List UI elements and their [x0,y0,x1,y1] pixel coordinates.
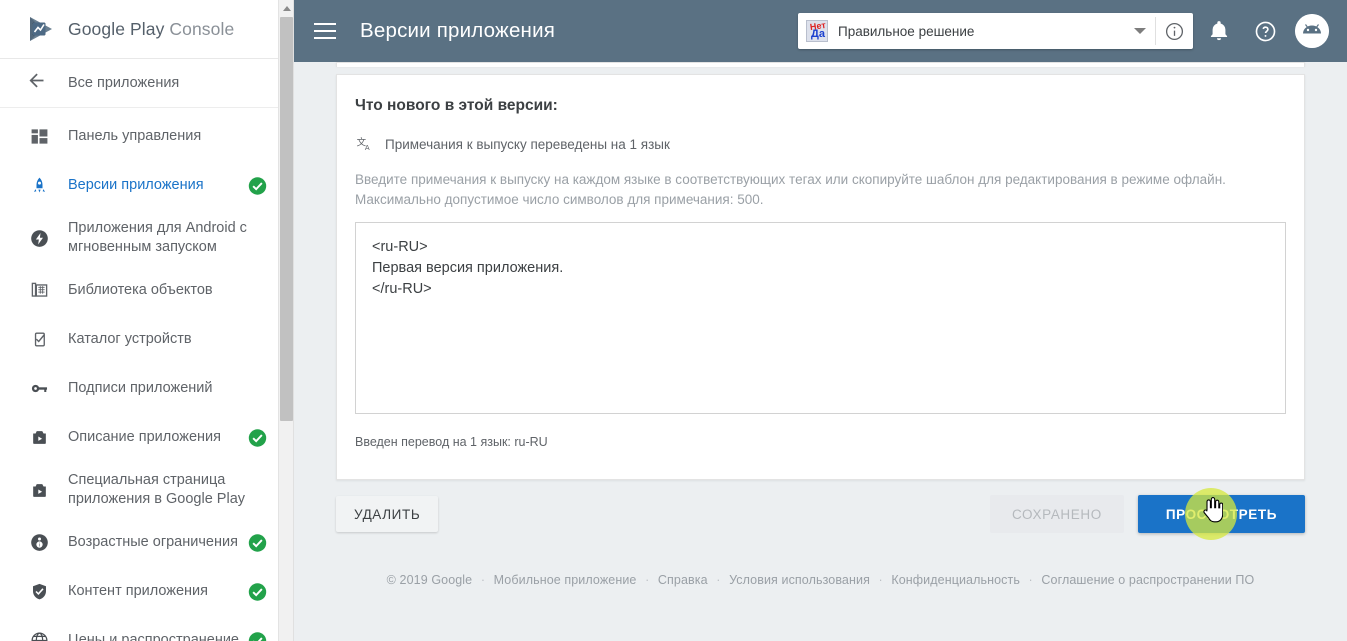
sidebar-item-label: Подписи приложений [68,380,213,396]
sidebar-item-app-content[interactable]: Контент приложения [0,567,293,616]
sidebar-nav: Панель управления Версии приложения Прил… [0,108,293,641]
sidebar-item-label: Панель управления [68,128,202,144]
dashboard-icon [26,127,52,146]
footer-link-mobile-app[interactable]: Мобильное приложение [494,573,637,587]
hint-line-1: Введите примечания к выпуску на каждом я… [355,172,1226,187]
footer-separator: · [716,573,721,587]
selector-divider [1155,17,1156,45]
sidebar-item-label: Цены и распространение [68,632,239,641]
arrow-left-icon [26,70,52,96]
top-app-bar: Версии приложения Нет Да Правильное реше… [294,0,1347,62]
svg-text:A: A [365,144,370,152]
sidebar-item-app-signing[interactable]: Подписи приложений [0,364,293,413]
status-check-icon [248,631,267,641]
sidebar: Google Play Console Все приложения Панел… [0,0,294,641]
info-icon[interactable] [1159,16,1189,46]
sidebar-item-label: Возрастные ограничения [68,534,238,550]
rocket-icon [26,176,52,195]
footer-separator: · [645,573,650,587]
sidebar-item-asset-library[interactable]: Библиотека объектов [0,266,293,315]
store-listing-icon [26,481,52,500]
footer-separator: · [480,573,486,587]
sidebar-item-pricing-distribution[interactable]: Цены и распространение [0,616,293,641]
sidebar-item-label: Каталог устройств [68,331,192,347]
scrollbar-up-arrow[interactable] [279,0,293,16]
page-title: Версии приложения [360,19,556,42]
back-to-all-apps-label: Все приложения [68,75,180,91]
bell-icon[interactable] [1199,11,1239,51]
saved-button: СОХРАНЕНО [989,495,1124,533]
sidebar-item-label: Описание приложения [68,429,222,445]
sidebar-item-instant-apps[interactable]: Приложения для Android с мгновенным запу… [0,210,293,266]
status-check-icon [248,428,267,447]
sidebar-item-app-releases[interactable]: Версии приложения [0,161,293,210]
sidebar-item-custom-store-listing[interactable]: Специальная страница приложения в Google… [0,462,293,518]
brand-title-part1: Google Play [68,18,165,39]
back-to-all-apps[interactable]: Все приложения [0,59,293,108]
footer-link-distribution-agreement[interactable]: Соглашение о распространении ПО [1041,573,1254,587]
sidebar-item-label: Версии приложения [68,177,204,193]
hamburger-icon[interactable] [314,18,340,44]
status-check-icon [248,533,267,552]
footer-separator: · [878,573,883,587]
status-check-icon [248,176,267,195]
delete-button[interactable]: УДАЛИТЬ [336,496,439,532]
bolt-icon [26,229,52,248]
library-icon [26,281,52,300]
action-bar: УДАЛИТЬ СОХРАНЕНО ПРОСМОТРЕТЬ [336,488,1305,540]
app-icon-text-bottom: Да [811,28,825,40]
globe-icon [26,631,52,641]
translation-status-row: 文 A Примечания к выпуску переведены на 1… [355,135,1286,154]
footer: © 2019 Google · Мобильное приложение · С… [336,573,1305,587]
translation-summary: Введен перевод на 1 язык: ru-RU [355,435,548,449]
footer-link-terms[interactable]: Условия использования [729,573,870,587]
content-area: Что нового в этой версии: 文 A Примечания… [294,62,1347,641]
footer-separator: · [1028,573,1033,587]
sidebar-item-dashboard[interactable]: Панель управления [0,112,293,161]
store-listing-icon [26,428,52,447]
help-icon[interactable] [1245,11,1285,51]
footer-copyright: © 2019 Google [386,573,473,587]
sidebar-item-label: Специальная страница приложения в Google… [68,472,246,507]
app-selector-value: Правильное решение [838,23,975,39]
status-check-icon [248,582,267,601]
key-icon [26,379,52,398]
svg-text:i: i [38,542,39,548]
sidebar-item-device-catalog[interactable]: Каталог устройств [0,315,293,364]
brand-header[interactable]: Google Play Console [0,0,293,59]
sidebar-item-label: Библиотека объектов [68,282,213,298]
hint-line-2: Максимально допустимое число символов дл… [355,192,764,207]
app-icon: Нет Да [806,20,828,42]
sidebar-scrollbar[interactable] [278,0,293,641]
scrollbar-thumb[interactable] [280,17,293,421]
sidebar-item-content-rating[interactable]: i Возрастные ограничения [0,518,293,567]
footer-link-help[interactable]: Справка [658,573,708,587]
sidebar-item-label: Приложения для Android с мгновенным запу… [68,220,247,255]
sidebar-item-label: Контент приложения [68,583,209,599]
release-notes-card: Что нового в этой версии: 文 A Примечания… [336,74,1305,480]
previous-card-edge [336,62,1305,67]
device-catalog-icon [26,330,52,349]
footer-link-privacy[interactable]: Конфиденциальность [891,573,1020,587]
translation-status-label: Примечания к выпуску переведены на 1 язы… [385,137,670,152]
main-region: Версии приложения Нет Да Правильное реше… [294,0,1347,641]
app-root: Google Play Console Все приложения Панел… [0,0,1347,641]
content-rating-icon: i [26,533,52,552]
app-selector-dropdown[interactable]: Нет Да Правильное решение [798,13,1193,49]
view-button[interactable]: ПРОСМОТРЕТЬ [1137,495,1305,533]
android-avatar-icon[interactable] [1295,14,1329,48]
card-title: Что нового в этой версии: [355,97,558,114]
brand-title-part2: Console [169,18,235,39]
release-notes-textarea[interactable] [355,222,1286,414]
chevron-down-icon[interactable] [1134,28,1146,34]
brand-title: Google Play Console [68,19,234,40]
shield-icon [26,582,52,601]
google-play-logo [26,14,56,44]
translate-icon: 文 A [355,135,377,154]
sidebar-item-store-listing[interactable]: Описание приложения [0,413,293,462]
release-notes-hint: Введите примечания к выпуску на каждом я… [355,170,1286,210]
